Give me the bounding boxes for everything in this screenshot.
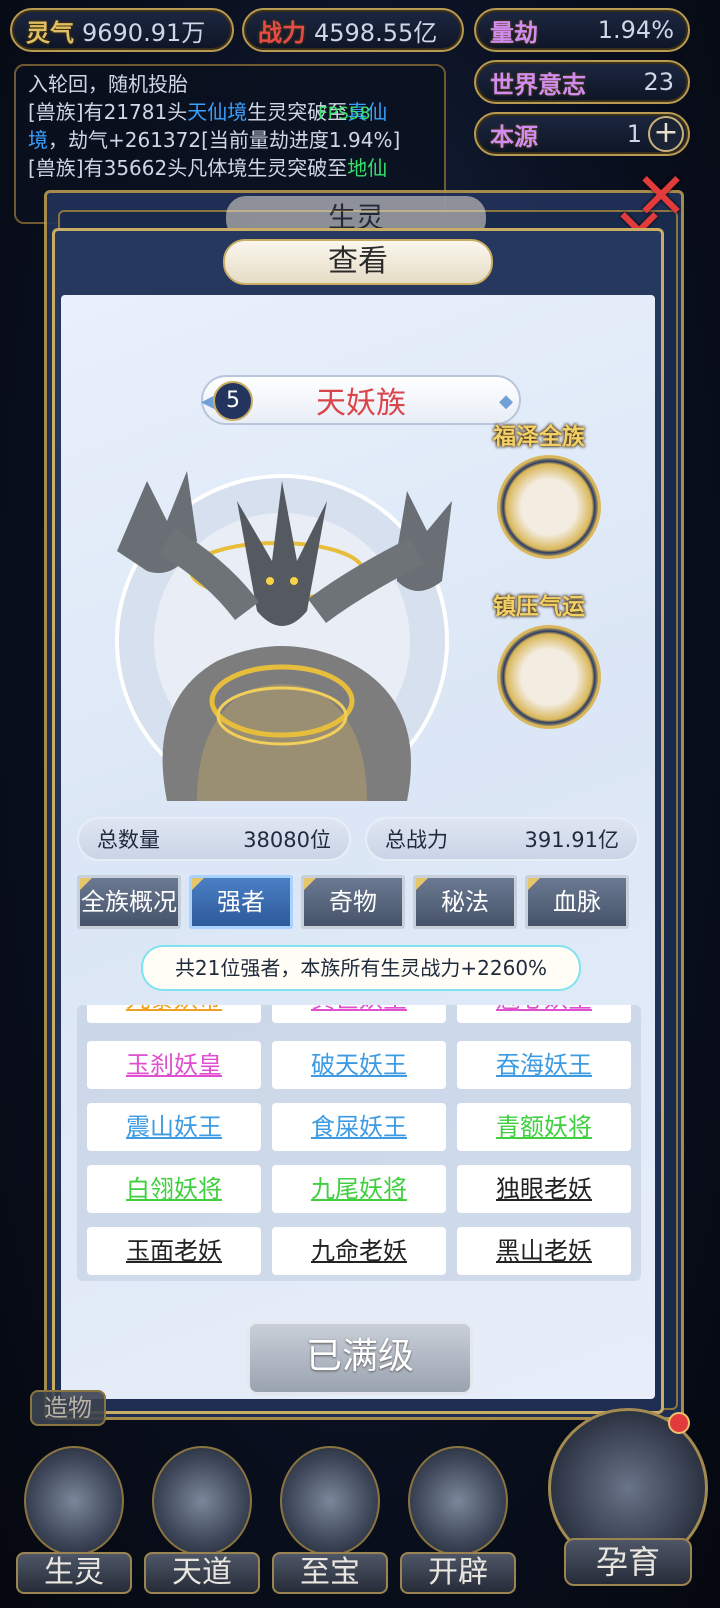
shijie-stat[interactable]: 世界意志 23 bbox=[474, 60, 690, 104]
lingqi-value: 9690.91万 bbox=[82, 18, 206, 47]
kaipi-icon bbox=[408, 1446, 508, 1556]
nav-label: 生灵 bbox=[16, 1552, 132, 1594]
tab-secret-arts[interactable]: 秘法 bbox=[413, 875, 517, 929]
benyuan-label: 本源 bbox=[490, 122, 538, 151]
list-item[interactable]: 魅心妖皇 bbox=[457, 1005, 631, 1023]
list-item[interactable]: 破天妖王 bbox=[272, 1041, 446, 1089]
list-item[interactable]: 玉面老妖 bbox=[87, 1227, 261, 1275]
zhanli-value: 4598.55亿 bbox=[314, 18, 438, 47]
tab-overview[interactable]: 全族概况 bbox=[77, 875, 181, 929]
benyuan-stat: 本源 1 + bbox=[474, 112, 690, 156]
race-selector[interactable]: ◀ 5 天妖族 ◆ bbox=[201, 375, 521, 425]
liangjie-value: 1.94% bbox=[597, 16, 674, 44]
list-item[interactable]: 黑山老妖 bbox=[457, 1227, 631, 1275]
benyuan-value: 1 bbox=[626, 120, 642, 148]
nav-yuyu[interactable]: 孕育 bbox=[548, 1408, 708, 1598]
list-item[interactable]: 独眼老妖 bbox=[457, 1165, 631, 1213]
list-item[interactable]: 玉刹妖皇 bbox=[87, 1041, 261, 1089]
total-count-value: 38080位 bbox=[243, 828, 331, 852]
creation-button[interactable]: 造物 bbox=[30, 1390, 106, 1426]
log-line: [兽族]有21781头天仙境生灵突破至真仙 bbox=[28, 100, 388, 124]
tab-strongmen[interactable]: 强者 bbox=[189, 875, 293, 929]
list-item[interactable]: 黄巨妖皇 bbox=[272, 1005, 446, 1023]
nav-kaipi[interactable]: 开辟 bbox=[400, 1446, 516, 1596]
view-dialog: 查看 ◀ 5 天妖族 ◆ 福泽全族 镇压气运 总数量 38080位 总战力 39… bbox=[52, 228, 664, 1414]
total-count-label: 总数量 bbox=[97, 828, 160, 852]
dialog-title: 查看 bbox=[223, 239, 493, 285]
log-line: 入轮回，随机投胎 bbox=[28, 72, 188, 96]
chevron-right-icon[interactable]: ◆ bbox=[499, 391, 513, 412]
strongmen-summary: 共21位强者，本族所有生灵战力+2260% bbox=[141, 945, 581, 991]
shengling-icon bbox=[24, 1446, 124, 1556]
list-item[interactable]: 白翎妖将 bbox=[87, 1165, 261, 1213]
race-name: 天妖族 bbox=[316, 386, 406, 421]
benyuan-plus-button[interactable]: + bbox=[648, 116, 684, 152]
liangjie-label: 量劫 bbox=[490, 18, 538, 47]
tiandao-icon bbox=[152, 1446, 252, 1556]
list-item[interactable]: 九尾妖将 bbox=[272, 1165, 446, 1213]
nav-label: 至宝 bbox=[272, 1552, 388, 1594]
list-item[interactable]: 食屎妖王 bbox=[272, 1103, 446, 1151]
total-count-stat: 总数量 38080位 bbox=[77, 817, 351, 861]
log-line: 境，劫气+261372[当前量劫进度1.94%] bbox=[28, 128, 401, 152]
zhenya-emblem-icon[interactable] bbox=[497, 625, 601, 729]
yuyu-label: 孕育 bbox=[564, 1538, 692, 1586]
liangjie-stat[interactable]: 量劫 1.94% bbox=[474, 8, 690, 52]
badge-label-zhenya: 镇压气运 bbox=[493, 594, 585, 620]
dialog-content: ◀ 5 天妖族 ◆ 福泽全族 镇压气运 总数量 38080位 总战力 391.9… bbox=[61, 295, 655, 1399]
creature-illustration bbox=[115, 471, 452, 801]
list-item[interactable]: 吞海妖王 bbox=[457, 1041, 631, 1089]
list-item[interactable]: 九黎妖帝 bbox=[87, 1005, 261, 1023]
nav-tiandao[interactable]: 天道 bbox=[144, 1446, 260, 1596]
nav-label: 天道 bbox=[144, 1552, 260, 1594]
tab-treasures[interactable]: 奇物 bbox=[301, 875, 405, 929]
list-item[interactable]: 九命老妖 bbox=[272, 1227, 446, 1275]
total-power-label: 总战力 bbox=[385, 828, 448, 852]
badge-label-fuze: 福泽全族 bbox=[493, 424, 585, 450]
strongmen-list[interactable]: 九黎妖帝 黄巨妖皇 魅心妖皇 玉刹妖皇 破天妖王 吞海妖王 震山妖王 食屎妖王 … bbox=[77, 1005, 641, 1281]
zhibao-icon bbox=[280, 1446, 380, 1556]
fps-counter: FPS58 bbox=[318, 104, 371, 124]
list-item[interactable]: 震山妖王 bbox=[87, 1103, 261, 1151]
race-level-badge: 5 bbox=[213, 381, 253, 421]
notification-dot bbox=[668, 1412, 690, 1434]
list-item[interactable]: 青额妖将 bbox=[457, 1103, 631, 1151]
total-power-stat: 总战力 391.91亿 bbox=[365, 817, 639, 861]
log-line: [兽族]有35662头凡体境生灵突破至地仙 bbox=[28, 156, 388, 180]
zhanli-stat: 战力 4598.55亿 bbox=[242, 8, 464, 52]
shijie-label: 世界意志 bbox=[490, 70, 586, 99]
nav-zhibao[interactable]: 至宝 bbox=[272, 1446, 388, 1596]
max-level-button[interactable]: 已满级 bbox=[247, 1321, 473, 1395]
total-power-value: 391.91亿 bbox=[524, 828, 619, 852]
lingqi-stat: 灵气 9690.91万 bbox=[10, 8, 234, 52]
tab-bloodline[interactable]: 血脉 bbox=[525, 875, 629, 929]
nav-shengling[interactable]: 生灵 bbox=[16, 1446, 132, 1596]
shijie-value: 23 bbox=[643, 68, 674, 96]
fuze-emblem-icon[interactable] bbox=[497, 455, 601, 559]
lingqi-label: 灵气 bbox=[26, 18, 74, 47]
zhanli-label: 战力 bbox=[258, 18, 306, 47]
nav-label: 开辟 bbox=[400, 1552, 516, 1594]
